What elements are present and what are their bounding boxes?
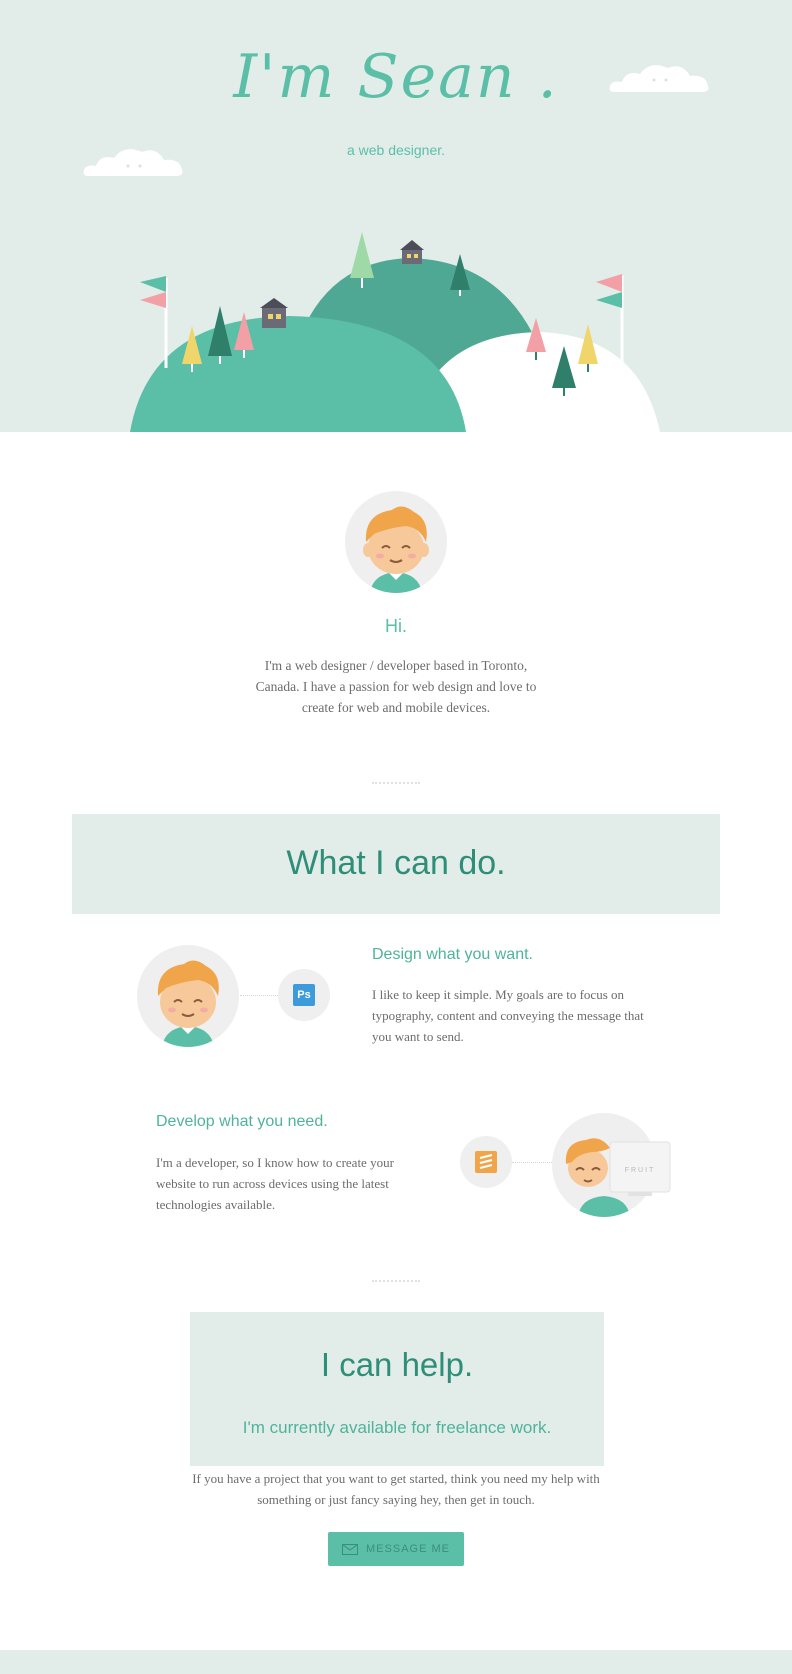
section-divider [372, 1280, 420, 1284]
develop-feature-text: I'm a developer, so I know how to create… [156, 1155, 394, 1212]
contact-text: If you have a project that you want to g… [192, 1471, 600, 1507]
footer-band [0, 1650, 792, 1674]
sublime-icon-badge [460, 1136, 512, 1188]
avatar [137, 945, 239, 1047]
skills-heading: What I can do. [286, 844, 506, 882]
photoshop-icon: Ps [293, 984, 315, 1006]
contact-subheading: I'm currently available for freelance wo… [242, 1418, 552, 1437]
envelope-icon [342, 1543, 359, 1555]
skills-heading-band: What I can do. [72, 814, 720, 914]
section-divider [372, 782, 420, 786]
flag-icon [140, 276, 168, 368]
avatar [345, 491, 447, 593]
message-me-button[interactable]: MESSAGE ME [328, 1532, 464, 1566]
photoshop-icon-badge: Ps [278, 969, 330, 1021]
design-feature-title: Design what you want. [372, 946, 533, 963]
hills-illustration [130, 232, 660, 432]
monitor-icon: FRUIT [609, 1141, 671, 1196]
intro-text: I'm a web designer / developer based in … [255, 658, 537, 715]
greeting-heading: Hi. [385, 616, 407, 636]
monitor-label: FRUIT [625, 1167, 656, 1174]
contact-heading: I can help. [320, 1346, 474, 1383]
develop-feature-title: Develop what you need. [156, 1113, 328, 1130]
developer-avatar: FRUIT [552, 1113, 671, 1217]
message-me-label: MESSAGE ME [366, 1543, 450, 1555]
contact-band [190, 1312, 604, 1466]
connector-line [240, 995, 278, 996]
connector-line [512, 1162, 554, 1163]
house-icon [260, 298, 288, 328]
design-feature-text: I like to keep it simple. My goals are t… [372, 987, 644, 1044]
sublime-icon [475, 1151, 497, 1173]
hero-section: I'm Sean . a web designer. [0, 0, 792, 432]
house-icon [400, 240, 424, 264]
